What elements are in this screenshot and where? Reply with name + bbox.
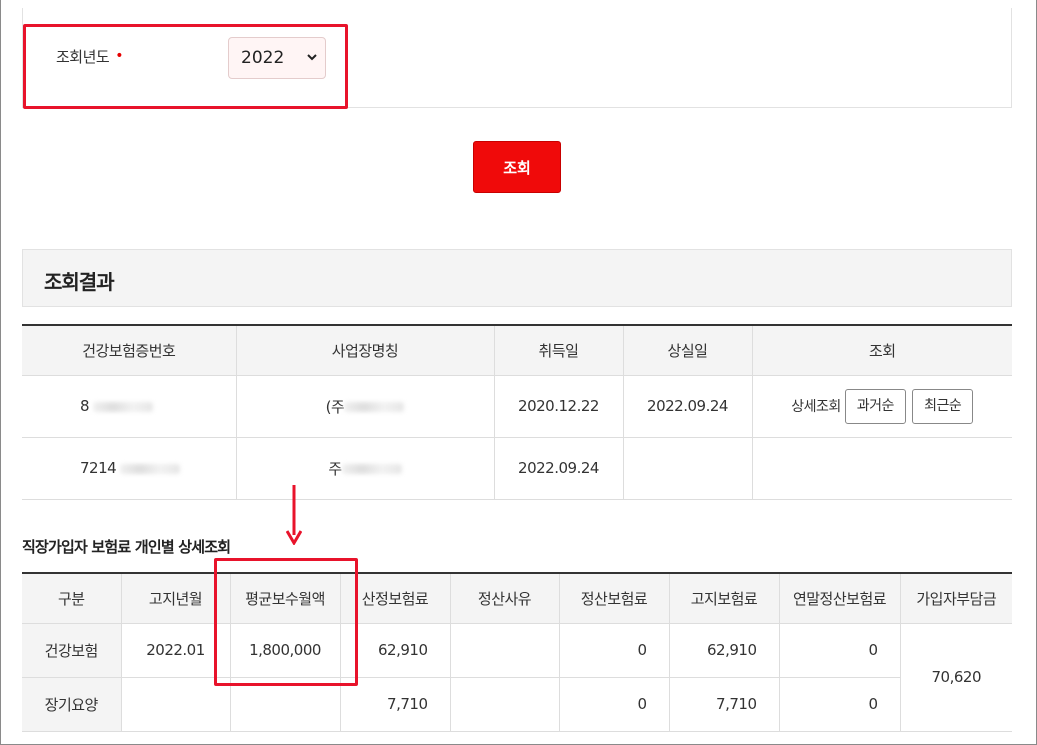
col-type: 구분	[22, 573, 121, 624]
year-end-cell: 0	[778, 677, 900, 732]
result-header: 조회결과	[22, 249, 1012, 307]
col-company: 사업장명칭	[235, 325, 494, 376]
col-view: 조회	[751, 325, 1012, 376]
masked-text	[93, 401, 154, 412]
required-mark: •	[115, 48, 123, 64]
avg-pay-cell	[229, 677, 340, 732]
arrow-down-icon	[286, 485, 302, 545]
result-table: 건강보험증번호 사업장명칭 취득일 상실일 조회 8 (주 2020.12.22…	[22, 324, 1012, 500]
detail-table: 구분 고지년월 평균보수월액 산정보험료 정산사유 정산보험료 고지보험료 연말…	[22, 572, 1012, 732]
view-cell: 상세조회 과거순 최근순	[751, 375, 1012, 438]
masked-text	[344, 402, 405, 412]
month-cell	[120, 677, 230, 732]
table-row: 8 (주 2020.12.22 2022.09.24 상세조회 과거순 최근순	[22, 375, 1012, 438]
col-acquired: 취득일	[493, 325, 623, 376]
search-button[interactable]: 조회	[473, 141, 561, 193]
month-cell: 2022.01	[120, 623, 230, 678]
calc-premium-cell: 62,910	[339, 623, 450, 678]
col-avg-pay: 평균보수월액	[229, 573, 340, 624]
detail-title: 직장가입자 보험료 개인별 상세조회	[22, 538, 231, 556]
avg-pay-cell: 1,800,000	[229, 623, 340, 678]
type-cell: 장기요양	[22, 677, 121, 732]
result-header-row: 건강보험증번호 사업장명칭 취득일 상실일 조회	[22, 325, 1012, 376]
chevron-down-icon	[307, 54, 317, 61]
past-order-button[interactable]: 과거순	[844, 388, 906, 424]
masked-text	[120, 463, 181, 474]
col-lost: 상실일	[622, 325, 752, 376]
type-cell: 건강보험	[22, 623, 121, 678]
card-no-cell: 8	[22, 375, 236, 438]
col-burden: 가입자부담금	[899, 573, 1012, 624]
year-select-value: 2022	[241, 48, 285, 68]
settle-premium-cell: 0	[558, 677, 669, 732]
year-end-cell: 0	[778, 623, 900, 678]
detail-view-label: 상세조회	[791, 399, 841, 415]
burden-cell: 70,620	[899, 623, 1012, 732]
col-year-end: 연말정산보험료	[778, 573, 900, 624]
table-row: 건강보험 2022.01 1,800,000 62,910 0 62,910 0…	[22, 623, 1012, 732]
acquired-cell: 2020.12.22	[493, 375, 623, 438]
view-cell	[751, 437, 1012, 500]
masked-text	[341, 464, 402, 474]
lost-cell: 2022.09.24	[622, 375, 752, 438]
notice-premium-cell: 7,710	[668, 677, 779, 732]
card-no-cell: 7214	[22, 437, 236, 500]
table-row: 7214 주 2022.09.24	[22, 437, 1012, 500]
col-card-no: 건강보험증번호	[22, 325, 236, 376]
company-cell: 주	[235, 437, 494, 500]
year-label: 조회년도 •	[56, 48, 123, 66]
recent-order-button[interactable]: 최근순	[912, 388, 974, 424]
acquired-cell: 2022.09.24	[493, 437, 623, 500]
col-settle-premium: 정산보험료	[558, 573, 669, 624]
year-select[interactable]: 2022	[228, 37, 326, 79]
reason-cell	[449, 623, 559, 678]
col-calc-premium: 산정보험료	[339, 573, 450, 624]
notice-premium-cell: 62,910	[668, 623, 779, 678]
company-cell: (주	[235, 375, 494, 438]
reason-cell	[449, 677, 559, 732]
result-title: 조회결과	[44, 270, 115, 294]
col-notice-premium: 고지보험료	[668, 573, 779, 624]
settle-premium-cell: 0	[558, 623, 669, 678]
col-reason: 정산사유	[449, 573, 559, 624]
lost-cell	[622, 437, 752, 500]
table-row: 장기요양 7,710 0 7,710 0	[22, 677, 1012, 732]
search-panel	[22, 8, 1012, 108]
calc-premium-cell: 7,710	[339, 677, 450, 732]
col-month: 고지년월	[120, 573, 230, 624]
detail-header-row: 구분 고지년월 평균보수월액 산정보험료 정산사유 정산보험료 고지보험료 연말…	[22, 573, 1012, 624]
